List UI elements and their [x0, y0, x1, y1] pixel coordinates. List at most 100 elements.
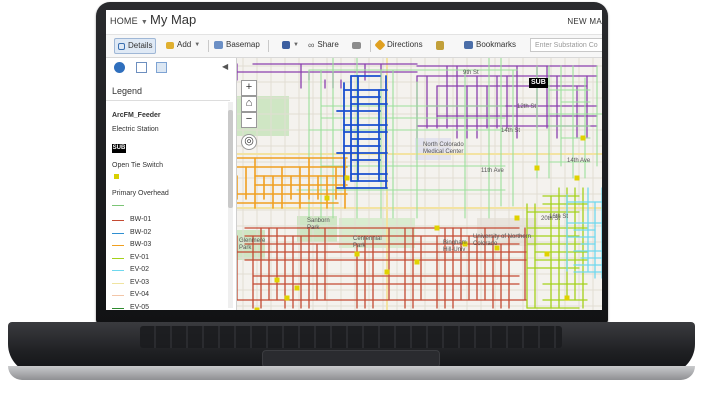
chevron-down-icon: ▼ [140, 19, 148, 26]
tie-switch-marker[interactable] [324, 195, 330, 201]
directions-button[interactable]: Directions [374, 38, 423, 52]
feeder-label: EV-04 [130, 291, 150, 298]
directions-icon [374, 39, 386, 51]
street-label: 14th St [501, 128, 521, 134]
feeder-line-symbol [112, 282, 124, 284]
home-menu[interactable]: HOME ▼ [110, 16, 148, 26]
tie-switch-marker[interactable] [534, 165, 540, 171]
feeder-label: BW-02 [130, 228, 152, 236]
zoom-out-button[interactable]: − [241, 112, 257, 128]
new-map-link[interactable]: NEW MA [567, 17, 602, 26]
feeder-label: EV-02 [130, 266, 150, 273]
bookmarks-label: Bookmarks [476, 40, 517, 49]
primary-overhead-symbol [112, 205, 124, 206]
place-label: Glenmere Park [239, 238, 266, 251]
scroll-thumb[interactable] [228, 110, 233, 208]
tie-switch-marker[interactable] [354, 251, 360, 257]
chevron-down-icon: ▼ [293, 42, 299, 48]
tie-switch-marker[interactable] [544, 251, 550, 257]
print-icon [352, 41, 361, 49]
toolbar-divider [370, 40, 371, 52]
street-label: 11th Ave [481, 168, 504, 174]
app-screen: HOME ▼ My Map NEW MA Details Add ▼ Basema… [106, 10, 602, 310]
basemap-button[interactable]: Basemap [214, 38, 260, 52]
place-label: North Colorado Medical Center [423, 142, 464, 155]
zoom-in-button[interactable]: + [241, 80, 257, 96]
divider [106, 100, 230, 101]
page-title: My Map [150, 12, 197, 27]
link-icon: ∞ [308, 40, 315, 50]
content-icon[interactable] [136, 62, 147, 73]
locate-icon[interactable]: ◎ [241, 134, 257, 150]
tie-switch-symbol [114, 174, 119, 179]
measure-button[interactable] [436, 38, 444, 52]
bookmarks-icon [464, 41, 473, 49]
tie-switch-marker[interactable] [574, 175, 580, 181]
laptop-base-lip [8, 366, 695, 380]
legend-electric-station: Electric Station [112, 126, 159, 133]
tie-switch-marker[interactable] [414, 259, 420, 265]
share-label: Share [317, 40, 339, 49]
home-extent-icon[interactable]: ⌂ [241, 96, 257, 112]
tie-switch-marker[interactable] [514, 215, 520, 221]
details-label: Details [128, 41, 153, 50]
street-label: 9th St [463, 70, 479, 76]
feeder-line-symbol [112, 270, 124, 271]
legend-primary-overhead: Primary Overhead [112, 190, 169, 197]
save-button[interactable]: ▼ [282, 38, 299, 52]
legend-tab-icon[interactable] [156, 62, 167, 73]
feeder-label: EV-01 [130, 253, 150, 261]
details-icon [118, 42, 125, 50]
collapse-panel-icon[interactable]: ◀ [222, 62, 228, 71]
toolbar-divider [208, 40, 209, 52]
place-label: University of Northern Colorado [473, 234, 532, 247]
header: HOME ▼ My Map NEW MA [106, 10, 602, 35]
substation-search-input[interactable]: Enter Substation Co [530, 38, 602, 52]
toolbar-divider [268, 40, 269, 52]
directions-label: Directions [387, 40, 423, 49]
legend-open-tie-switch: Open Tie Switch [112, 162, 163, 169]
share-button[interactable]: ∞ Share [308, 38, 339, 52]
place-label: Bingham Hill-Univ [443, 240, 467, 253]
feeder-label: BW-03 [130, 241, 152, 248]
add-icon [166, 41, 174, 49]
place-label: Sanborn Park [307, 218, 330, 231]
save-icon [282, 41, 290, 49]
home-label: HOME [110, 16, 138, 26]
tie-switch-marker[interactable] [284, 295, 290, 301]
details-button[interactable]: Details [114, 38, 157, 54]
legend-scrollbar[interactable] [228, 102, 233, 308]
legend-heading: Legend [112, 86, 143, 96]
feeder-line-symbol [112, 245, 124, 246]
map-canvas[interactable] [237, 58, 602, 310]
place-label: Centennial Park [353, 236, 382, 249]
feeder-label: BW-01 [130, 216, 152, 223]
tie-switch-marker[interactable] [274, 277, 280, 283]
about-icon[interactable] [114, 62, 125, 73]
tie-switch-marker[interactable] [564, 295, 570, 301]
tie-switch-marker[interactable] [580, 135, 586, 141]
tie-switch-marker[interactable] [344, 175, 350, 181]
add-button[interactable]: Add ▼ [166, 38, 200, 52]
street-label: 12th St [517, 104, 537, 110]
bookmarks-button[interactable]: Bookmarks [464, 38, 516, 52]
legend-panel: ◀ Legend ArcFM_Feeder Electric Station S… [106, 58, 237, 310]
feeder-line-symbol [112, 295, 124, 296]
tie-switch-marker[interactable] [254, 307, 260, 311]
basemap-label: Basemap [226, 40, 260, 49]
substation-marker[interactable]: SUB [529, 78, 548, 88]
substation-symbol: SUB [112, 144, 126, 153]
panel-tabs: ◀ [106, 58, 236, 78]
tie-switch-marker[interactable] [384, 269, 390, 275]
measure-icon [436, 40, 444, 50]
tie-switch-marker[interactable] [294, 285, 300, 291]
feeder-line-symbol [112, 257, 124, 259]
feeder-label: EV-05 [130, 303, 150, 311]
feeder-line-symbol [112, 232, 124, 234]
laptop-keyboard [140, 326, 562, 348]
print-button[interactable] [352, 38, 361, 52]
tie-switch-marker[interactable] [434, 225, 440, 231]
basemap-icon [214, 41, 223, 49]
map-view[interactable]: + ⌂ − ◎ SUB 9th St 12th St 14th St 11th … [237, 58, 602, 310]
feeder-line-symbol [112, 220, 124, 221]
